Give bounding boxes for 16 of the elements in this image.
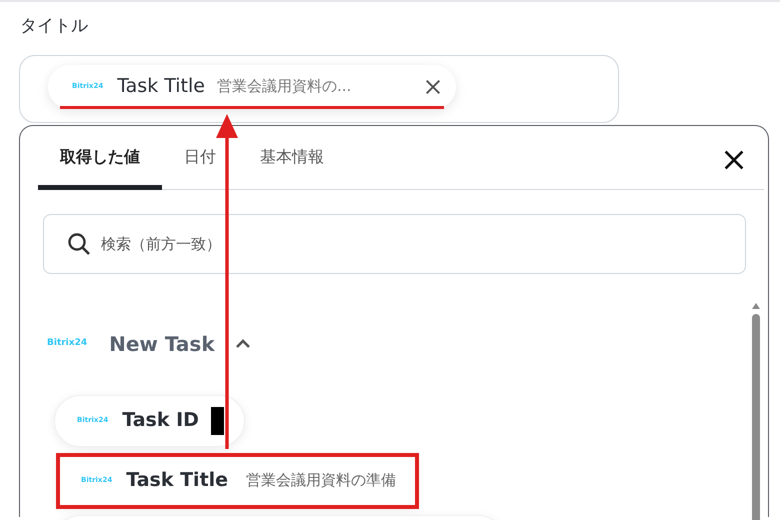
search-field[interactable]: 検索（前方一致） — [43, 214, 746, 274]
search-icon — [67, 232, 91, 256]
group-title: New Task — [109, 330, 215, 358]
tab[interactable]: 日付 — [162, 144, 238, 190]
remove-icon[interactable] — [424, 78, 442, 96]
tab[interactable]: 基本情報 — [238, 144, 346, 190]
item-name: Task ID — [122, 408, 199, 434]
caret-up-icon[interactable] — [234, 338, 251, 348]
item-name: Task Title — [126, 468, 228, 494]
item-value: 営業会議用資料の準備 — [246, 470, 396, 492]
field-label: タイトル — [20, 15, 89, 38]
scrollbar[interactable] — [751, 300, 761, 520]
tab[interactable]: 取得した値 — [38, 144, 162, 190]
chip-name: Task Title — [117, 74, 205, 100]
app-logo: Bitrix24 — [47, 336, 88, 350]
chip-value: 営業会議用資料の... — [216, 76, 352, 98]
